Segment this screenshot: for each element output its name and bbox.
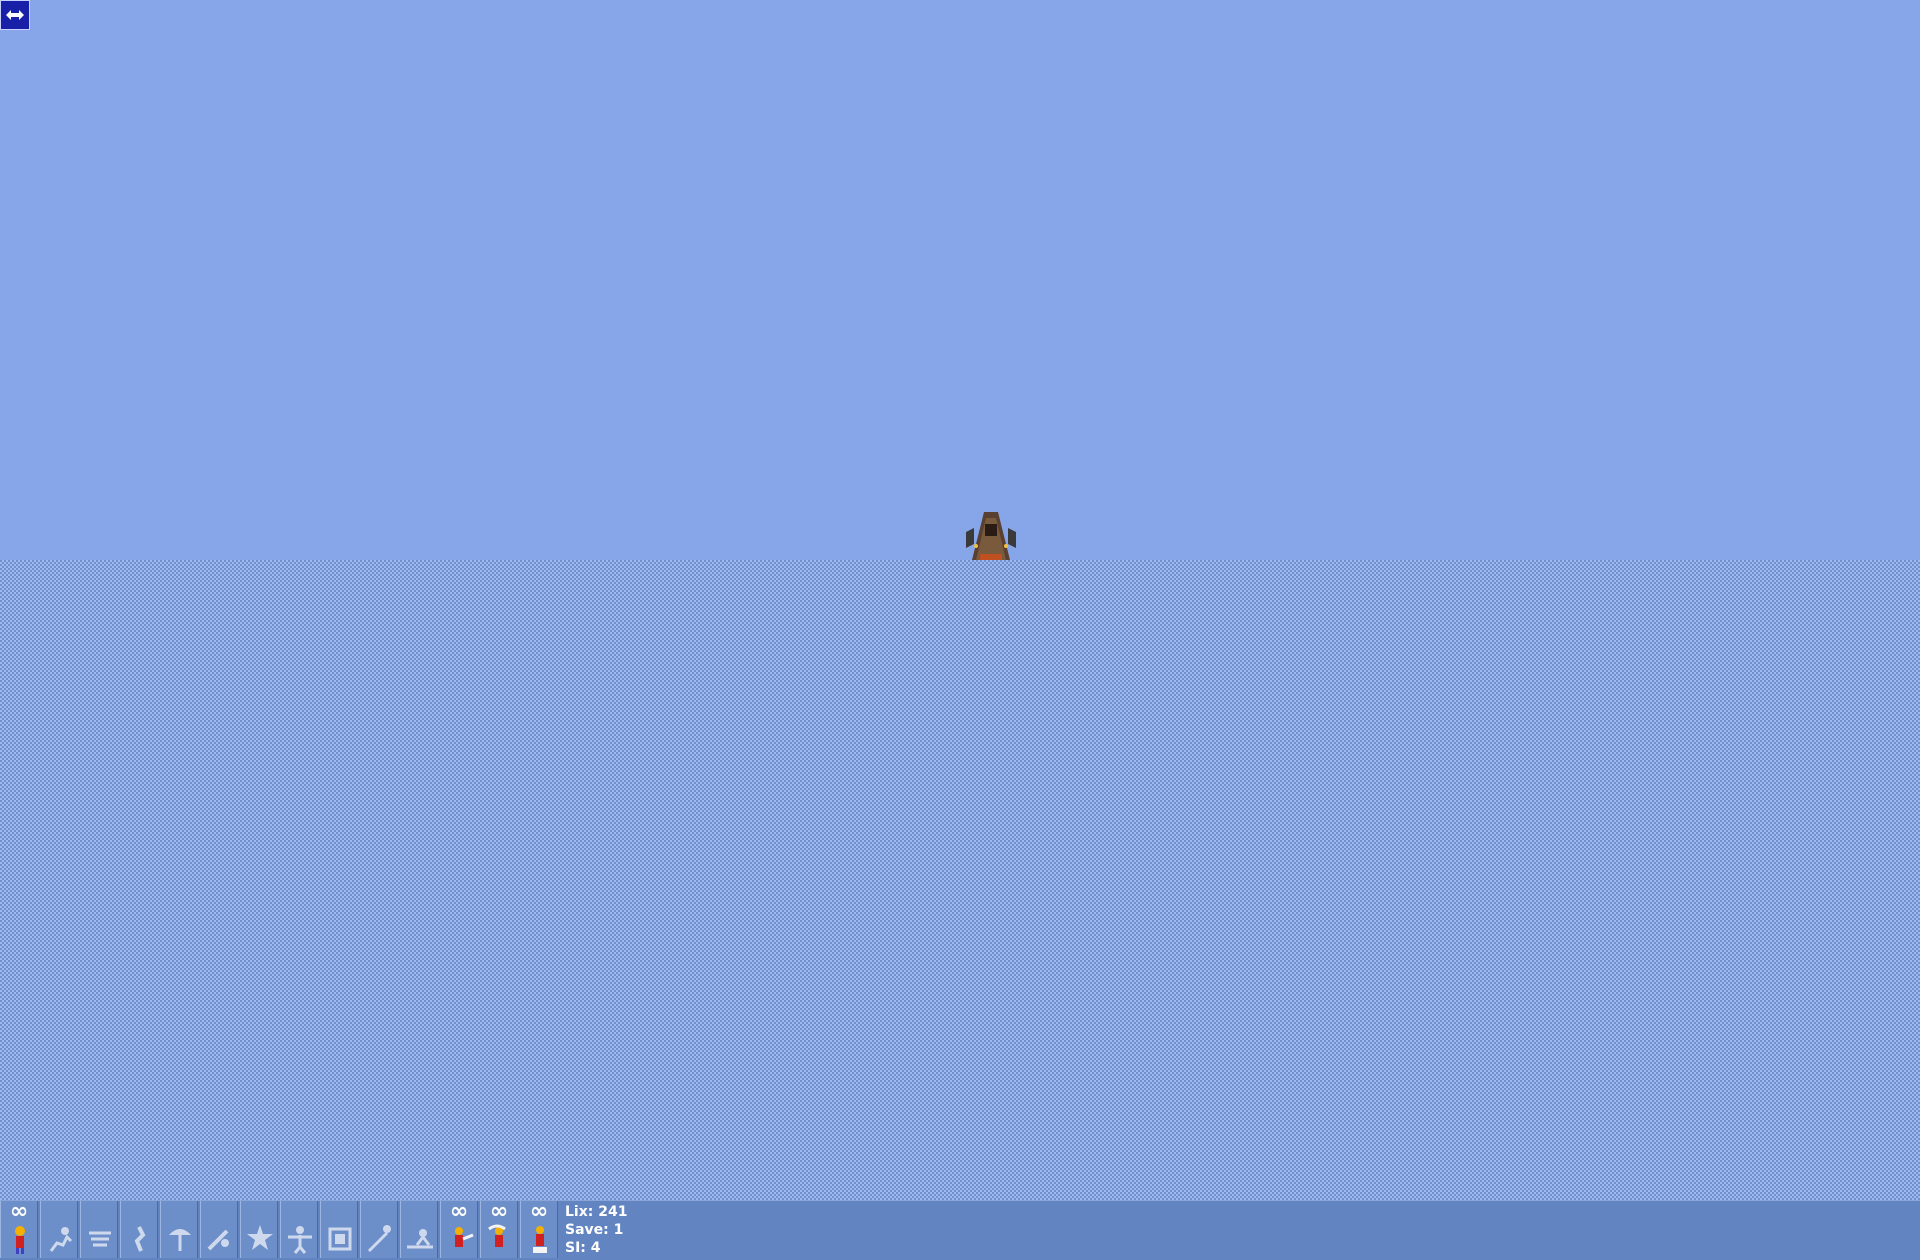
lix-value: 241: [598, 1204, 628, 1220]
save-count-row: Save: 1: [565, 1221, 627, 1239]
lix-label: Lix:: [565, 1204, 594, 1220]
digger-icon: [533, 1226, 547, 1253]
walker-icon: [15, 1226, 25, 1254]
jumper-icon: [89, 1231, 111, 1247]
builder-icon: [367, 1225, 391, 1253]
sky-area: [0, 0, 1920, 560]
si-label: SI:: [565, 1240, 586, 1256]
game-view[interactable]: [0, 0, 1920, 1260]
entrance-hatch: [962, 508, 1020, 560]
skill-button-platformer[interactable]: [400, 1201, 438, 1258]
runner-icon: [49, 1227, 73, 1252]
skill-button-runner[interactable]: [40, 1201, 78, 1258]
cuber-icon: [328, 1227, 352, 1251]
save-value: 1: [613, 1222, 624, 1238]
save-label: Save:: [565, 1222, 609, 1238]
skill-button-miner[interactable]: ∞: [480, 1201, 518, 1258]
level-stats: Lix: 241 Save: 1 SI: 4: [565, 1203, 627, 1257]
batter-icon: [207, 1229, 229, 1251]
skill-count: ∞: [449, 1199, 469, 1224]
skill-button-exploder[interactable]: [240, 1201, 278, 1258]
skill-count: ∞: [9, 1199, 29, 1224]
si-value: 4: [590, 1240, 601, 1256]
basher-icon: [455, 1227, 474, 1247]
blocker-icon: [288, 1226, 312, 1254]
terrain[interactable]: [0, 560, 1920, 1200]
skill-button-jumper[interactable]: [80, 1201, 118, 1258]
platformer-icon: [407, 1229, 433, 1249]
miner-icon: [488, 1224, 506, 1247]
skill-count: ∞: [489, 1199, 509, 1224]
skill-button-cuber[interactable]: [320, 1201, 358, 1258]
skill-button-basher[interactable]: ∞: [440, 1201, 478, 1258]
floater-icon: [169, 1229, 191, 1251]
skill-button-digger[interactable]: ∞: [520, 1201, 558, 1258]
lix-count-row: Lix: 241: [565, 1203, 627, 1221]
scroll-toggle-button[interactable]: [0, 0, 30, 30]
double-arrow-icon: [6, 10, 24, 20]
exploder-icon: [247, 1225, 273, 1250]
climber-icon: [134, 1226, 146, 1252]
skill-button-builder[interactable]: [360, 1201, 398, 1258]
skill-button-batter[interactable]: [200, 1201, 238, 1258]
skill-count: ∞: [529, 1199, 549, 1224]
skill-button-blocker[interactable]: [280, 1201, 318, 1258]
skill-button-floater[interactable]: [160, 1201, 198, 1258]
entrance-hatch-icon: [966, 512, 1016, 560]
skill-button-climber[interactable]: [120, 1201, 158, 1258]
skill-button-walker[interactable]: ∞: [0, 1201, 38, 1258]
spawn-interval-row: SI: 4: [565, 1239, 627, 1257]
